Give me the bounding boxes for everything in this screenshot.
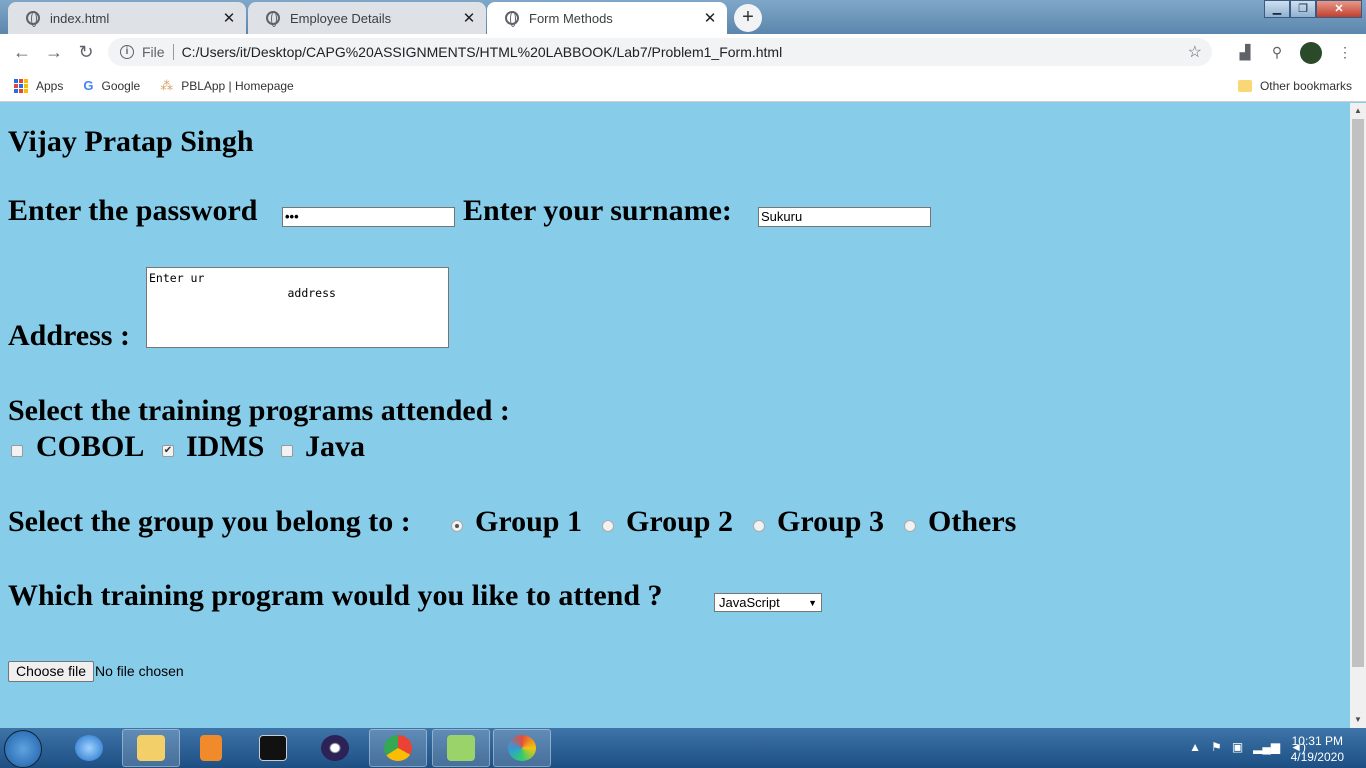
tab-index[interactable]: index.html ✕: [8, 2, 246, 34]
tab-strip: index.html ✕ Employee Details ✕ Form Met…: [0, 0, 1366, 34]
password-field[interactable]: •••: [282, 207, 455, 227]
notepad-plus-icon[interactable]: [432, 729, 490, 767]
checkbox-java[interactable]: [281, 445, 293, 457]
file-status: No file chosen: [95, 663, 184, 679]
google-icon: G: [83, 78, 94, 93]
other-bookmarks-label: Other bookmarks: [1259, 78, 1352, 93]
close-icon[interactable]: ✕: [458, 9, 480, 27]
surname-field[interactable]: Sukuru: [758, 207, 931, 227]
tray-arrow-icon[interactable]: ▲: [1189, 740, 1201, 754]
network-icon[interactable]: ▂▄▆: [1253, 740, 1280, 754]
bookmark-apps[interactable]: Apps: [14, 78, 64, 93]
chrome-icon[interactable]: [369, 729, 427, 767]
menu-icon[interactable]: ⋮: [1336, 44, 1354, 62]
clock-time: 10:31 PM: [1291, 734, 1343, 748]
checkbox-cobol[interactable]: [11, 445, 23, 457]
new-tab-button[interactable]: +: [734, 4, 762, 32]
training-label: Select the training programs attended :: [8, 394, 510, 427]
group-label: Select the group you belong to :: [8, 505, 411, 538]
address-bar[interactable]: i File C:/Users/it/Desktop/CAPG%20ASSIGN…: [108, 38, 1212, 66]
internet-explorer-icon[interactable]: [60, 729, 118, 767]
analytics-icon[interactable]: ▟: [1236, 44, 1254, 62]
tab-title: Employee Details: [290, 10, 392, 26]
globe-icon: [26, 11, 40, 27]
info-icon[interactable]: i: [120, 45, 134, 59]
system-tray: ▲ ⚑ ▣ ▂▄▆ ◄): [1189, 740, 1306, 754]
bookmark-google[interactable]: G Google: [83, 78, 140, 93]
choose-file-button[interactable]: Choose file: [8, 661, 95, 682]
tab-employee-details[interactable]: Employee Details ✕: [248, 2, 486, 34]
window-controls: ▁ ❐ ✕: [1264, 0, 1362, 18]
flag-icon[interactable]: ⚑: [1211, 740, 1222, 754]
tab-title: Form Methods: [529, 10, 613, 26]
address-textarea[interactable]: Enter ur address: [146, 267, 449, 348]
bookmarks-bar: Apps G Google ⁂ PBLApp | Homepage Other …: [0, 70, 1366, 102]
eclipse-icon[interactable]: [306, 729, 364, 767]
address-label: Address :: [8, 319, 130, 352]
url-text[interactable]: C:/Users/it/Desktop/CAPG%20ASSIGNMENTS/H…: [182, 44, 783, 60]
maximize-button[interactable]: ❐: [1290, 0, 1316, 18]
radio-group-2[interactable]: [602, 520, 614, 532]
program-label: Which training program would you like to…: [8, 579, 663, 612]
radio-label-others: Others: [928, 505, 1017, 538]
close-icon[interactable]: ✕: [699, 9, 721, 27]
minimize-button[interactable]: ▁: [1264, 0, 1290, 18]
other-bookmarks[interactable]: Other bookmarks: [1237, 78, 1352, 93]
close-icon[interactable]: ✕: [218, 9, 240, 27]
device-icon[interactable]: ▣: [1232, 740, 1243, 754]
bookmark-label: Google: [101, 78, 141, 93]
clock[interactable]: 10:31 PM 4/19/2020: [1291, 733, 1344, 765]
star-icon[interactable]: ☆: [1188, 42, 1202, 62]
paint-icon[interactable]: [493, 729, 551, 767]
radio-label-group-2: Group 2: [626, 505, 733, 538]
globe-icon: [266, 11, 280, 27]
scroll-down-icon[interactable]: ▼: [1350, 712, 1366, 728]
start-button[interactable]: [4, 730, 42, 768]
scroll-thumb[interactable]: [1352, 119, 1364, 667]
forward-icon[interactable]: →: [38, 42, 70, 63]
checkbox-label-idms: IDMS: [186, 430, 265, 463]
divider: [172, 44, 174, 60]
radio-label-group-3: Group 3: [777, 505, 884, 538]
password-label: Enter the password: [8, 194, 258, 227]
folder-icon: [1237, 79, 1252, 92]
clock-date: 4/19/2020: [1290, 750, 1344, 764]
page-content: Vijay Pratap Singh Enter the password ••…: [0, 103, 1350, 728]
avatar[interactable]: [1300, 42, 1322, 64]
close-window-button[interactable]: ✕: [1316, 0, 1362, 18]
radio-label-group-1: Group 1: [475, 505, 582, 538]
chevron-down-icon: ▼: [808, 597, 817, 608]
pdf-icon[interactable]: ⚲: [1268, 44, 1286, 62]
program-select[interactable]: JavaScript ▼: [714, 593, 822, 612]
scheme-label: File: [142, 44, 165, 60]
checkbox-label-cobol: COBOL: [36, 430, 145, 463]
bookmark-pblapp[interactable]: ⁂ PBLApp | Homepage: [160, 78, 294, 94]
bookmark-label: Apps: [36, 78, 64, 93]
extension-icons: ▟ ⚲ ⋮: [1236, 42, 1354, 64]
apps-grid-icon: [14, 78, 28, 93]
vertical-scrollbar[interactable]: ▲ ▼: [1350, 103, 1366, 728]
taskbar: ▲ ⚑ ▣ ▂▄▆ ◄) 10:31 PM 4/19/2020: [0, 728, 1366, 768]
radio-group-3[interactable]: [753, 520, 765, 532]
browser-toolbar: ← → ↻ i File C:/Users/it/Desktop/CAPG%20…: [0, 34, 1366, 70]
radio-group-1[interactable]: [451, 520, 463, 532]
program-select-value: JavaScript: [719, 595, 780, 610]
scroll-up-icon[interactable]: ▲: [1350, 103, 1366, 119]
back-icon[interactable]: ←: [6, 42, 38, 63]
bookmark-label: PBLApp | Homepage: [181, 78, 294, 93]
pblapp-icon: ⁂: [160, 77, 174, 93]
page-title: Vijay Pratap Singh: [8, 125, 254, 158]
file-explorer-icon[interactable]: [122, 729, 180, 767]
globe-icon: [505, 11, 519, 27]
checkbox-label-java: Java: [305, 430, 365, 463]
tab-form-methods[interactable]: Form Methods ✕: [487, 2, 727, 34]
surname-label: Enter your surname:: [463, 194, 732, 227]
cmd-icon[interactable]: [244, 729, 302, 767]
media-player-icon[interactable]: [182, 729, 240, 767]
reload-icon[interactable]: ↻: [70, 42, 102, 63]
radio-others[interactable]: [904, 520, 916, 532]
tab-title: index.html: [50, 10, 110, 26]
checkbox-idms[interactable]: ✔: [162, 445, 174, 457]
